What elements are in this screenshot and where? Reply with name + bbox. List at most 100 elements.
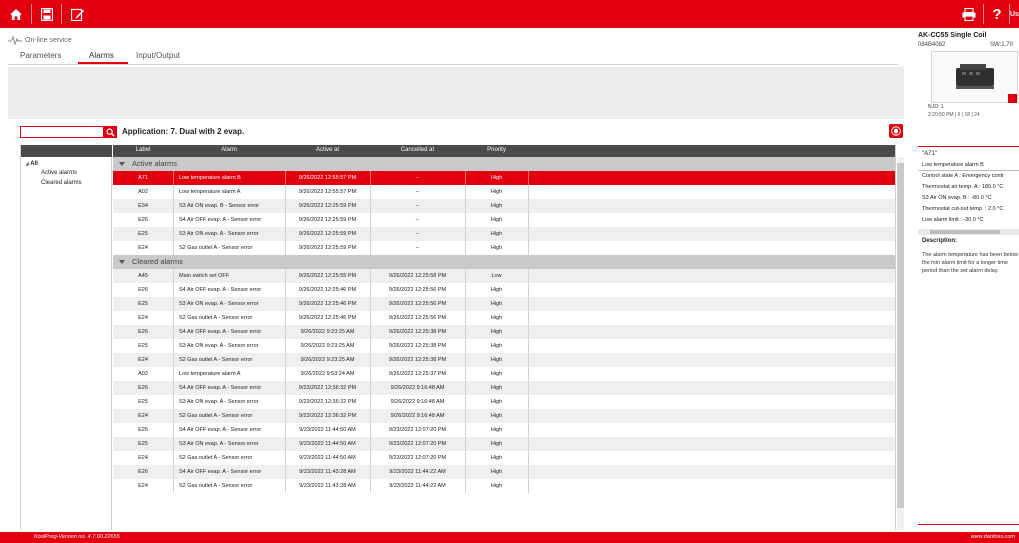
table-row[interactable]: E24 S2 Gas outlet A - Sensor error 9/26/20… (113, 353, 895, 367)
column-divider (173, 241, 174, 255)
column-header-active-at[interactable]: Active at (285, 147, 370, 153)
table-row[interactable]: E25 S3 Air ON evap. A - Sensor error 9/26/… (113, 227, 895, 241)
cell-active-at: 9/26/2022 9:23:25 AM (300, 343, 355, 349)
grid-header: Label Alarm Active at Cancelled at Prior… (113, 145, 895, 157)
table-row[interactable]: E25 S3 Air ON evap. A - Sensor error 9/26/… (113, 297, 895, 311)
table-row[interactable]: E34 S3 Air ON evap. B - Sensor error 9/26/… (113, 199, 895, 213)
column-divider (173, 395, 174, 409)
cell-label: E24 (138, 455, 148, 461)
cell-alarm: S4 Air OFF evap. A - Sensor error (179, 385, 262, 391)
column-divider (528, 171, 529, 185)
selected-alarm-code: "A71" (922, 151, 937, 157)
table-row[interactable]: E25 S3 Air ON evap. A - Sensor error 9/23/… (113, 437, 895, 451)
table-row[interactable]: E24 S2 Gas outlet A - Sensor error 9/23/20… (113, 451, 895, 465)
detail-scrollbar-thumb[interactable] (930, 230, 1000, 234)
table-row[interactable]: A71 Low temperature alarm B 9/26/2022 12:5… (113, 171, 895, 185)
column-header-cancelled-at[interactable]: Cancelled at (370, 147, 465, 153)
table-row[interactable]: E24 S2 Gas outlet A - Sensor error 9/26/20… (113, 311, 895, 325)
table-row[interactable]: E26 S4 Air OFF evap. A - Sensor error 9/26… (113, 213, 895, 227)
cell-active-at: 9/23/2022 11:44:50 AM (299, 427, 356, 433)
cell-active-at: 9/26/2022 12:55:57 PM (298, 189, 357, 195)
tab-input-output[interactable]: Input/Output (136, 51, 180, 65)
column-divider (173, 465, 174, 479)
cell-label: E25 (138, 399, 148, 405)
cell-label: A71 (138, 175, 148, 181)
chevron-down-icon[interactable] (119, 260, 125, 264)
cell-alarm: S4 Air OFF evap. A - Sensor error (179, 217, 262, 223)
cell-cancelled-at: -- (415, 203, 420, 209)
cell-active-at: 9/26/2022 9:23:25 AM (300, 357, 355, 363)
cell-alarm: S3 Air ON evap. A - Sensor error (179, 343, 259, 349)
table-row[interactable]: E25 S3 Air ON evap. A - Sensor error 9/26/… (113, 339, 895, 353)
column-divider (528, 269, 529, 283)
device-title: AK-CC55 Single Coil (918, 32, 987, 39)
website-link[interactable]: www.danfoss.com (971, 534, 1015, 540)
cell-alarm: Main switch set OFF (179, 273, 230, 279)
table-row[interactable]: E26 S4 Air OFF evap. A - Sensor error 9/26… (113, 283, 895, 297)
tree-node-active-alarms[interactable]: Active alarms (41, 170, 77, 176)
table-row[interactable]: A02 Low temperature alarm A 9/26/2022 9:53… (113, 367, 895, 381)
column-divider (173, 311, 174, 325)
alarm-grid: Label Alarm Active at Cancelled at Prior… (113, 145, 896, 530)
chevron-down-icon[interactable] (119, 162, 125, 166)
cell-label: E24 (138, 483, 148, 489)
group-header-active[interactable]: Active alarms (113, 157, 895, 171)
tree-node-all[interactable]: ◢ All (25, 161, 38, 167)
column-divider (528, 437, 529, 451)
column-divider (528, 199, 529, 213)
table-row[interactable]: E26 S4 Air OFF evap. A - Sensor error 9/23… (113, 465, 895, 479)
cell-priority: Low (491, 273, 502, 279)
cell-cancelled-at: 9/23/2022 11:44:22 AM (389, 483, 446, 489)
edit-icon[interactable] (66, 3, 88, 25)
cell-label: E24 (138, 413, 148, 419)
cell-active-at: 9/26/2022 12:25:59 PM (298, 203, 357, 209)
save-icon[interactable] (36, 3, 58, 25)
table-row[interactable]: E24 S2 Gas outlet A - Sensor error 9/23/20… (113, 479, 895, 493)
table-row[interactable]: E24 S2 Gas outlet A - Sensor error 9/26/20… (113, 241, 895, 255)
search-input[interactable] (20, 126, 104, 138)
cell-active-at: 9/23/2022 11:44:50 AM (299, 441, 356, 447)
group-header-cleared[interactable]: Cleared alarms (113, 255, 895, 269)
app-window: ? Us On-line service Parameters Alarms I… (0, 0, 1019, 543)
table-row[interactable]: E26 S4 Air OFF evap. A - Sensor error 9/23… (113, 423, 895, 437)
help-icon[interactable]: ? (986, 3, 1008, 25)
cell-cancelled-at: 9/26/2022 9:16:48 AM (390, 413, 445, 419)
table-row[interactable]: A02 Low temperature alarm A 9/26/2022 12:5… (113, 185, 895, 199)
column-divider (173, 423, 174, 437)
application-label: Application: 7. Dual with 2 evap. (122, 127, 245, 136)
cell-active-at: 9/23/2022 12:36:32 PM (298, 399, 357, 405)
cell-cancelled-at: 9/23/2022 12:07:20 PM (388, 441, 447, 447)
cell-label: E26 (138, 427, 148, 433)
cell-alarm: S3 Air ON evap. A - Sensor error (179, 301, 259, 307)
alarm-bell-button[interactable] (889, 124, 903, 138)
table-row[interactable]: E25 S3 Air ON evap. A - Sensor error 9/23/… (113, 395, 895, 409)
column-divider (528, 409, 529, 423)
table-row[interactable]: A45 Main switch set OFF 9/26/2022 12:25:55… (113, 269, 895, 283)
column-divider (173, 269, 174, 283)
column-header-label[interactable]: Label (113, 147, 173, 153)
table-row[interactable]: E26 S4 Air OFF evap. A - Sensor error 9/26… (113, 325, 895, 339)
cell-cancelled-at: 9/26/2022 12:25:56 PM (388, 301, 447, 307)
column-header-priority[interactable]: Priority (465, 147, 528, 153)
cell-cancelled-at: 9/26/2022 12:25:38 PM (388, 343, 447, 349)
table-row[interactable]: E24 S2 Gas outlet A - Sensor error 9/23/20… (113, 409, 895, 423)
column-divider (528, 465, 529, 479)
cell-priority: High (490, 175, 503, 181)
user-button[interactable]: Us (1010, 3, 1019, 25)
column-divider (528, 241, 529, 255)
tree-node-cleared-alarms[interactable]: Cleared alarms (41, 180, 82, 186)
table-row[interactable]: E26 S4 Air OFF evap. A - Sensor error 9/23… (113, 381, 895, 395)
tab-parameters[interactable]: Parameters (20, 51, 61, 65)
column-divider (528, 353, 529, 367)
column-header-alarm[interactable]: Alarm (173, 147, 285, 153)
search-button[interactable] (104, 126, 117, 138)
cell-active-at: 9/23/2022 11:43:28 AM (299, 483, 356, 489)
column-divider (173, 381, 174, 395)
print-icon[interactable] (958, 3, 980, 25)
grid-scrollbar-thumb[interactable] (897, 163, 904, 508)
cell-label: E25 (138, 441, 148, 447)
home-icon[interactable] (5, 3, 27, 25)
cell-cancelled-at: -- (415, 245, 420, 251)
cell-cancelled-at: 9/26/2022 12:25:58 PM (388, 273, 447, 279)
cell-priority: High (490, 399, 503, 405)
